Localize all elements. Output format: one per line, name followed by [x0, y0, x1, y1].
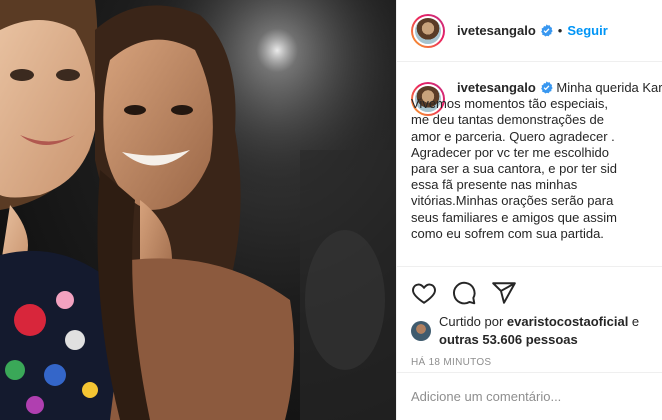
liked-by-others[interactable]: outras 53.606 pessoas: [439, 332, 578, 347]
caption-text-line: Minha querida Kar: [556, 80, 662, 95]
verified-badge-icon: [540, 81, 553, 94]
caption-text-line: seus familiares e amigos que assim: [411, 209, 617, 225]
header-separator: •: [557, 23, 563, 38]
background-person: [305, 230, 385, 370]
embroidery-flower-yellow: [82, 382, 98, 398]
caption-text-line: vitórias.Minhas orações serão para: [411, 193, 614, 209]
likes-text: Curtido por evaristocostaoficial e outra…: [439, 313, 639, 349]
embroidery-flower-purple: [26, 396, 44, 414]
caption-text-line: para ser a sua cantora, e por ter sid: [411, 161, 617, 177]
post-photo[interactable]: [0, 0, 396, 420]
left-eye-1: [10, 69, 34, 81]
likes-summary: Curtido por evaristocostaoficial e outra…: [397, 313, 662, 349]
author-avatar[interactable]: [411, 13, 445, 48]
liker-avatar[interactable]: [411, 321, 431, 341]
heart-icon[interactable]: [411, 280, 437, 306]
right-eye-1: [124, 105, 146, 115]
left-eye-2: [56, 69, 80, 81]
embroidery-flower-red: [14, 304, 46, 336]
embroidery-leaf-green: [5, 360, 25, 380]
author-username[interactable]: ivetesangalo: [457, 23, 536, 38]
caption-text-line: essa fã presente nas minhas: [411, 177, 578, 193]
follow-button[interactable]: Seguir: [567, 23, 607, 38]
right-eye-2: [171, 105, 193, 115]
embroidery-flower-blue: [44, 364, 66, 386]
post-side-panel: ivetesangalo • Seguir ivetesangalo Minha…: [396, 0, 662, 420]
likes-line-1: Curtido por evaristocostaoficial e: [439, 313, 639, 331]
comment-input[interactable]: [411, 389, 641, 404]
post-actions-section: Curtido por evaristocostaoficial e outra…: [397, 266, 662, 368]
caption-text-line: Vivemos momentos tão especiais,: [411, 96, 609, 112]
caption-text-line: me deu tantas demonstrações de: [411, 112, 604, 128]
comment-box: [397, 372, 662, 420]
liked-by-user[interactable]: evaristocostaoficial: [507, 314, 628, 329]
caption-author-username[interactable]: ivetesangalo: [457, 80, 536, 95]
right-face: [103, 39, 213, 210]
liked-by-middle: e: [628, 314, 640, 329]
comment-bubble-icon[interactable]: [451, 280, 477, 306]
left-dress: [0, 250, 115, 420]
author-avatar-image: [413, 15, 443, 46]
caption-text-line: amor e parceria. Quero agradecer .: [411, 128, 615, 144]
verified-badge-icon: [540, 24, 553, 37]
post-timestamp[interactable]: HÁ 18 MINUTOS: [397, 357, 662, 368]
liked-by-prefix: Curtido por: [439, 314, 507, 329]
paper-plane-icon[interactable]: [491, 280, 517, 306]
caption-text-line: como eu sofrem com sua partida.: [411, 225, 604, 241]
action-bar: [397, 267, 662, 311]
embroidery-flower-pink: [56, 291, 74, 309]
post-header: ivetesangalo • Seguir: [397, 0, 662, 62]
caption-text-line: Agradecer por vc ter me escolhido: [411, 144, 609, 160]
photo-illustration: [0, 0, 396, 420]
caption-line-1: ivetesangalo Minha querida Kar: [457, 80, 662, 96]
likes-line-2: outras 53.606 pessoas: [439, 331, 639, 349]
embroidery-flower-white: [65, 330, 85, 350]
